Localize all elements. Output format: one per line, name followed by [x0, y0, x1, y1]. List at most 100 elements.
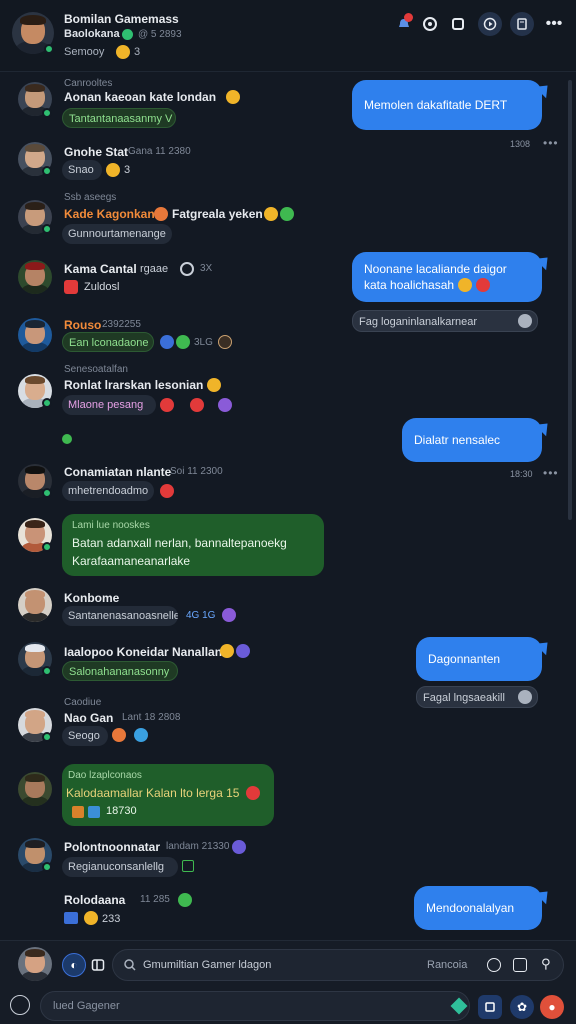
outgoing-message[interactable]: Mendoonalalyan [414, 886, 542, 930]
my-avatar[interactable] [18, 947, 52, 981]
online-indicator [42, 224, 52, 234]
message-text: Dialatr nensalec [414, 433, 501, 447]
message-text: Fatgreala yeken [172, 207, 263, 221]
message-text: Dagonnanten [428, 652, 501, 666]
edit-icon[interactable] [513, 958, 527, 972]
message-meta: landam 21330 [166, 841, 230, 852]
angry-emoji-icon [190, 398, 204, 412]
bookmark-icon[interactable] [478, 995, 502, 1019]
diamond-icon[interactable] [450, 997, 468, 1015]
status-badge[interactable]: Santanenasanoasnelle [62, 606, 178, 626]
online-indicator [42, 542, 52, 552]
angry-emoji-icon [476, 278, 491, 292]
status-badge[interactable]: Mlaone pesang [62, 395, 156, 415]
avatar[interactable] [18, 318, 52, 352]
alert-icon [64, 280, 78, 294]
online-indicator [42, 666, 52, 676]
smile-emoji-icon [106, 163, 120, 177]
status-badge[interactable]: Regianuconsanlellg [62, 857, 178, 877]
reaction-chip[interactable]: Snao [62, 160, 102, 180]
check-emoji-icon [178, 893, 192, 907]
message-input[interactable]: Gmumiltian Gamer ldagon Rancoia ⚲ [112, 949, 564, 981]
more-options-icon[interactable]: ••• [543, 136, 559, 150]
pin-icon[interactable]: ⚲ [541, 956, 551, 972]
more-options-icon[interactable]: ••• [542, 12, 566, 36]
sender-name: Conamiatan nlante [64, 465, 172, 479]
online-indicator [42, 108, 52, 118]
reaction-icon[interactable]: ✿ [510, 995, 534, 1019]
online-indicator [42, 398, 52, 408]
reply-chip[interactable]: Fag loganinlanalkarnear [352, 310, 538, 332]
chat-header: Bomilan Gamemass Baolokana @ 5 2893 Semo… [0, 0, 576, 72]
message-count: 18730 [106, 805, 137, 817]
message-meta: Senesoatalfan [64, 364, 128, 375]
message-text: Kalodaamallar Kalan lto lerga 15 [66, 786, 240, 800]
record-button[interactable]: ● [540, 995, 564, 1019]
incoming-message[interactable]: Dao lzaplconaos Kalodaamallar Kalan lto … [62, 764, 274, 826]
incoming-message[interactable]: Lami lue nooskes Batan adanxall nerlan, … [62, 514, 324, 576]
message-meta: 11 285 [140, 894, 170, 905]
smile-emoji-icon [220, 644, 234, 658]
purple-emoji-icon [232, 840, 246, 854]
alien-emoji-icon [518, 690, 532, 704]
online-indicator [44, 44, 54, 54]
play-icon[interactable] [478, 12, 502, 36]
outgoing-message[interactable]: Dagonnanten [416, 637, 542, 681]
composer: ◐ Gmumiltian Gamer ldagon Rancoia ⚲ lued… [0, 940, 576, 1024]
message-text: Batan adanxall nerlan, bannaltepanoekg [72, 536, 287, 550]
online-indicator [42, 166, 52, 176]
status-badge[interactable]: mhetrendoadmo [62, 481, 154, 501]
outgoing-message[interactable]: Noonane lacaliande daigor kata hoalichas… [352, 252, 542, 302]
angry-emoji-icon [160, 398, 174, 412]
sender-name: Rouso [64, 318, 102, 332]
avatar[interactable] [18, 260, 52, 294]
message-meta: Lant 18 2808 [122, 712, 181, 723]
message-text-line2: Karafaamaneanarlake [72, 554, 191, 568]
globe-icon[interactable]: ◐ [62, 953, 86, 977]
message-meta: Gana 11 2380 [128, 146, 191, 157]
avatar[interactable] [18, 772, 52, 806]
status-badge[interactable]: Tantantanaasanmy V [62, 108, 176, 128]
record-icon[interactable] [418, 12, 442, 36]
status-badge[interactable]: Ean lconadaone [62, 332, 154, 352]
reply-text: Fagal lngsaeakill [423, 692, 505, 704]
message-text: Zuldosl [84, 281, 120, 293]
purple-emoji-icon [222, 608, 236, 622]
message-meta: rgaae [140, 263, 169, 275]
blue-emoji-icon [134, 728, 148, 742]
notification-badge [404, 13, 413, 22]
status-badge[interactable]: Gunnourtamenange [62, 224, 172, 244]
secondary-input[interactable]: lued Gagener [40, 991, 470, 1021]
smile-emoji-icon [207, 378, 221, 392]
clock-icon [180, 262, 194, 276]
search-icon [124, 959, 136, 971]
dark-emoji-icon [218, 335, 232, 349]
phone-icon [62, 434, 72, 444]
chat-status: Semooy [64, 46, 105, 58]
message-meta: Canrooltes [64, 78, 113, 89]
book-icon[interactable] [510, 12, 534, 36]
angry-emoji-icon [160, 484, 174, 498]
chat-subtitle-meta: @ 5 2893 [138, 29, 182, 40]
purple-emoji-icon [218, 398, 232, 412]
status-badge[interactable]: Salonahananasonny [62, 661, 178, 681]
sender-name: Polontnoonnatar [64, 840, 160, 854]
secondary-input-placeholder: lued Gagener [53, 1000, 120, 1012]
bookmark-icon[interactable] [446, 12, 470, 36]
chat-subtitle: Baolokana [64, 28, 120, 40]
emoji-icon[interactable] [10, 995, 30, 1015]
status-badge[interactable]: Seogo [62, 726, 108, 746]
camera-icon[interactable] [487, 958, 501, 972]
chat-title: Bomilan Gamemass [64, 12, 179, 26]
outgoing-message[interactable]: Dialatr nensalec [402, 418, 542, 462]
more-options-icon[interactable]: ••• [543, 466, 559, 480]
blue-icon [88, 806, 100, 818]
check-emoji-icon [280, 207, 294, 221]
fire-emoji-icon [154, 207, 168, 221]
avatar[interactable] [18, 588, 52, 622]
layout-icon[interactable] [86, 953, 110, 977]
outgoing-message[interactable]: Memolen dakafitatle DERT [352, 80, 542, 130]
online-indicator [42, 488, 52, 498]
smile-emoji-icon [264, 207, 278, 221]
scrollbar[interactable] [568, 80, 572, 520]
